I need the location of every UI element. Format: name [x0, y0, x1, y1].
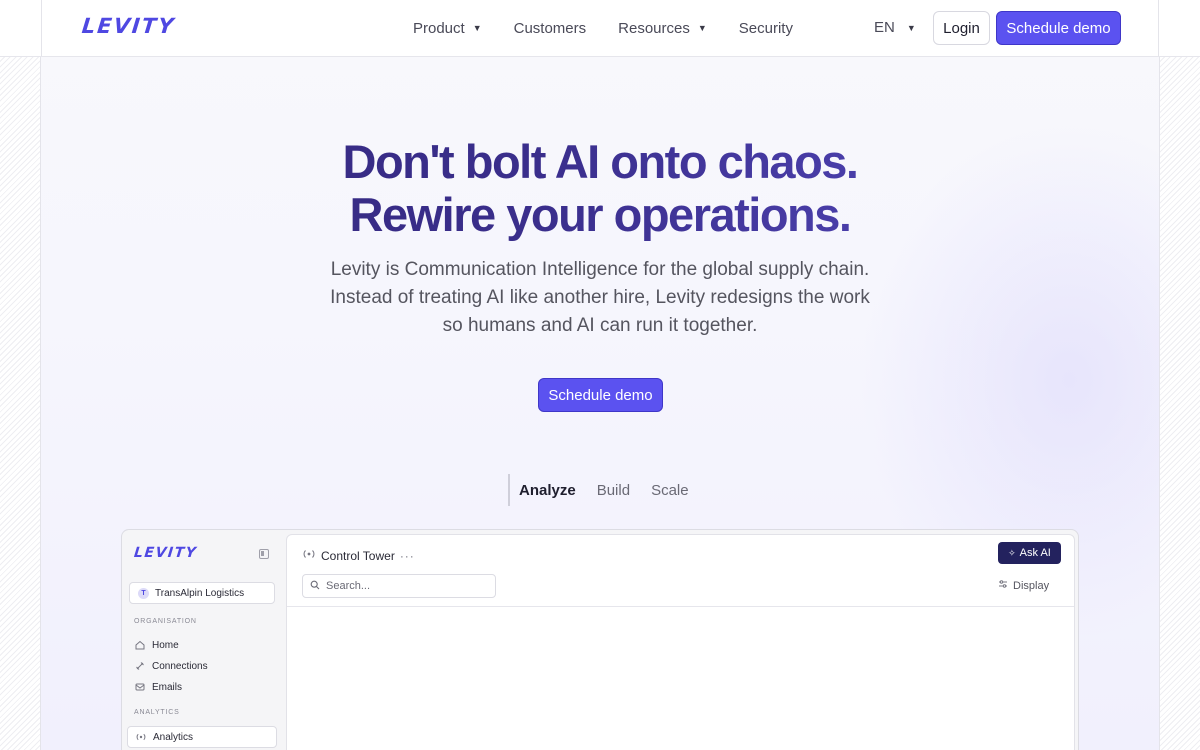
link-icon: [135, 661, 145, 671]
search-placeholder: Search...: [326, 580, 371, 592]
app-sidebar: LEVITY T TransAlpin Logistics ORGANISATI…: [122, 530, 285, 750]
left-gutter: [0, 0, 41, 750]
app-logo: LEVITY: [133, 545, 199, 561]
hero-title-line2: Rewire your operations.: [349, 188, 851, 241]
org-switcher[interactable]: T TransAlpin Logistics: [129, 582, 275, 604]
ask-ai-button[interactable]: ✧ Ask AI: [998, 542, 1061, 564]
top-navigation: LEVITY Product ▼ Customers Resources ▼ S…: [0, 0, 1200, 57]
schedule-demo-nav-button[interactable]: Schedule demo: [996, 11, 1121, 45]
radar-icon: [136, 732, 146, 742]
sidebar-item-label: Emails: [152, 681, 183, 693]
org-name: TransAlpin Logistics: [155, 587, 245, 599]
sliders-icon: [998, 579, 1008, 592]
mail-icon: [135, 682, 145, 692]
nav-security[interactable]: Security: [739, 20, 793, 37]
language-label: EN: [874, 19, 895, 36]
display-button[interactable]: Display: [998, 579, 1049, 592]
sidebar-item-emails[interactable]: Emails: [135, 679, 182, 695]
sidebar-item-label: Home: [152, 639, 179, 651]
ask-ai-label: Ask AI: [1019, 547, 1051, 559]
nav-resources[interactable]: Resources ▼: [618, 20, 707, 37]
control-tower-header: Control Tower ···: [303, 548, 415, 563]
radar-icon: [303, 548, 315, 563]
sparkle-icon: ✧: [1008, 547, 1016, 558]
app-main-panel: Control Tower ··· ✧ Ask AI Search... Dis…: [286, 534, 1075, 750]
home-icon: [135, 640, 145, 650]
app-preview: LEVITY T TransAlpin Logistics ORGANISATI…: [121, 529, 1079, 750]
search-icon: [310, 580, 320, 593]
sidebar-item-analytics[interactable]: Analytics: [127, 726, 277, 748]
language-selector[interactable]: EN ▼: [874, 19, 916, 36]
sidebar-collapse-icon[interactable]: [259, 549, 269, 559]
levity-logo[interactable]: LEVITY: [81, 14, 177, 38]
display-label: Display: [1013, 579, 1050, 592]
hero-title: Don't bolt AI onto chaos. Rewire your op…: [0, 135, 1200, 241]
nav-links: Product ▼ Customers Resources ▼ Security: [413, 0, 825, 56]
nav-security-label: Security: [738, 19, 793, 37]
tab-build[interactable]: Build: [597, 482, 630, 499]
more-options-icon[interactable]: ···: [400, 549, 415, 563]
sidebar-item-home[interactable]: Home: [135, 637, 179, 653]
nav-customers-label: Customers: [513, 19, 587, 37]
nav-customers[interactable]: Customers: [514, 20, 587, 37]
caret-down-icon: ▼: [697, 23, 707, 33]
search-input[interactable]: Search...: [302, 574, 496, 598]
tab-scale[interactable]: Scale: [651, 482, 689, 499]
schedule-demo-hero-button[interactable]: Schedule demo: [538, 378, 663, 412]
tab-analyze[interactable]: Analyze: [519, 482, 576, 499]
feature-tabs: Analyze Build Scale: [508, 474, 710, 506]
section-analytics: ANALYTICS: [134, 709, 180, 716]
nav-product[interactable]: Product ▼: [413, 20, 482, 37]
org-avatar: T: [138, 587, 149, 599]
sidebar-item-label: Analytics: [153, 731, 194, 743]
nav-resources-label: Resources: [618, 19, 690, 37]
nav-product-label: Product: [413, 19, 465, 37]
section-organisation: ORGANISATION: [134, 618, 197, 625]
divider: [287, 606, 1074, 607]
login-button[interactable]: Login: [933, 11, 990, 45]
hero-title-line1: Don't bolt AI onto chaos.: [342, 135, 858, 188]
sidebar-item-connections[interactable]: Connections: [135, 658, 208, 674]
sidebar-item-label: Connections: [152, 660, 208, 672]
hero-subtitle: Levity is Communication Intelligence for…: [330, 259, 870, 336]
control-tower-title: Control Tower: [321, 548, 395, 563]
caret-down-icon: ▼: [472, 23, 482, 33]
right-gutter: [1159, 0, 1200, 750]
caret-down-icon: ▼: [906, 22, 916, 33]
